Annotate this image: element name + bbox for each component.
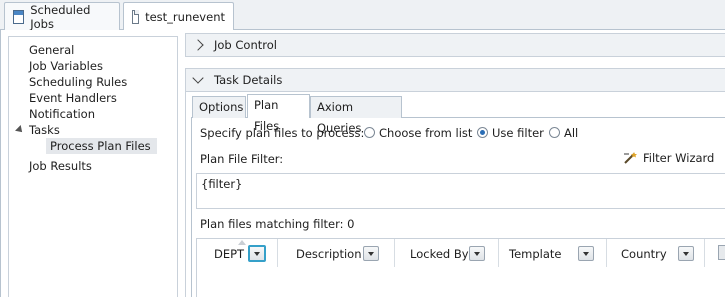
sort-ascending-icon [238, 240, 246, 245]
filter-wizard-label: Filter Wizard [643, 151, 715, 165]
tab-plan-files[interactable]: Plan Files [247, 94, 310, 133]
tree-item-process-plan-files[interactable]: Process Plan Files [46, 138, 157, 154]
document-icon [132, 10, 140, 24]
plan-file-filter-input[interactable]: {filter} [196, 173, 725, 209]
tree-item-job-variables[interactable]: Job Variables [29, 58, 103, 74]
tree-item-label: General [29, 43, 75, 57]
radio-label: All [564, 126, 579, 140]
plan-files-grid-header: DEPT Description Locked By Template Coun… [196, 238, 725, 268]
filter-value: {filter} [201, 177, 243, 191]
radio-label: Use filter [492, 126, 544, 140]
specify-label: Specify plan files to process: [200, 126, 365, 140]
radio-label: Choose from list [379, 126, 473, 140]
filter-label: Plan File Filter: [200, 152, 284, 166]
radio-choose-from-list[interactable]: Choose from list [364, 126, 472, 140]
column-header-dept[interactable]: DEPT [197, 239, 278, 268]
radio-button[interactable] [477, 127, 488, 138]
tree-item-general[interactable]: General [29, 42, 74, 58]
plan-files-grid-body [196, 267, 725, 297]
column-filter-dropdown[interactable] [578, 246, 594, 261]
tab-label: Scheduled Jobs [30, 2, 91, 31]
expand-arrow-icon[interactable] [15, 125, 25, 135]
filter-wizard-button[interactable]: Filter Wizard [622, 151, 714, 165]
tree-item-tasks[interactable]: Tasks [29, 122, 60, 138]
tree-item-label: Event Handlers [29, 91, 117, 105]
job-control-header[interactable]: Job Control [185, 33, 725, 57]
tree-item-label: Tasks [29, 123, 60, 137]
column-header-template[interactable]: Template [499, 239, 607, 268]
matching-count-label: Plan files matching filter: 0 [200, 217, 355, 231]
radio-button[interactable] [364, 127, 375, 138]
column-header-locked-by[interactable]: Locked By [395, 239, 499, 268]
calendar-icon [13, 9, 25, 24]
tree-item-event-handlers[interactable]: Event Handlers [29, 90, 117, 106]
column-filter-dropdown[interactable] [678, 246, 694, 261]
column-filter-dropdown[interactable] [469, 246, 485, 261]
tab-options[interactable]: Options [192, 96, 246, 118]
tab-axiom-queries[interactable]: Axiom Queries [310, 96, 402, 135]
column-filter-dropdown[interactable] [363, 246, 379, 261]
column-filter-dropdown[interactable] [718, 245, 725, 260]
tree-item-label: Notification [29, 107, 95, 121]
chevron-down-icon [192, 72, 204, 84]
column-label: Country [621, 246, 667, 261]
column-header-country[interactable]: Country [607, 239, 705, 268]
tree-item-scheduling-rules[interactable]: Scheduling Rules [29, 74, 127, 90]
column-label: Locked By [410, 246, 469, 261]
column-label: Template [509, 246, 562, 261]
column-label: Description [296, 246, 362, 261]
tree-item-label: Process Plan Files [50, 139, 151, 153]
panel-title: Task Details [214, 73, 283, 87]
tab-label: Options [199, 100, 244, 114]
column-header-description[interactable]: Description [278, 239, 395, 268]
tab-label: test_runevent [145, 10, 225, 24]
tree-item-label: Scheduling Rules [29, 75, 128, 89]
column-label: DEPT [214, 246, 245, 261]
tree-item-notification[interactable]: Notification [29, 106, 95, 122]
tab-test-runevent[interactable]: test_runevent [123, 2, 234, 31]
tree-item-label: Job Variables [29, 59, 103, 73]
magic-wand-icon [624, 152, 637, 164]
radio-use-filter[interactable]: Use filter [477, 126, 544, 140]
tree-item-label: Job Results [29, 159, 92, 173]
navigation-tree: General Job Variables Scheduling Rules E… [8, 36, 178, 297]
editor-tab-bar: Scheduled Jobs test_runevent [0, 0, 725, 31]
tree-item-job-results[interactable]: Job Results [29, 158, 92, 174]
radio-button[interactable] [549, 127, 560, 138]
specify-row: Specify plan files to process: [200, 126, 364, 140]
radio-all[interactable]: All [549, 126, 578, 140]
task-details-header[interactable]: Task Details [185, 68, 725, 92]
chevron-right-icon [192, 39, 204, 51]
tab-scheduled-jobs[interactable]: Scheduled Jobs [4, 2, 120, 31]
column-filter-dropdown[interactable] [248, 245, 266, 262]
panel-title: Job Control [214, 38, 277, 52]
